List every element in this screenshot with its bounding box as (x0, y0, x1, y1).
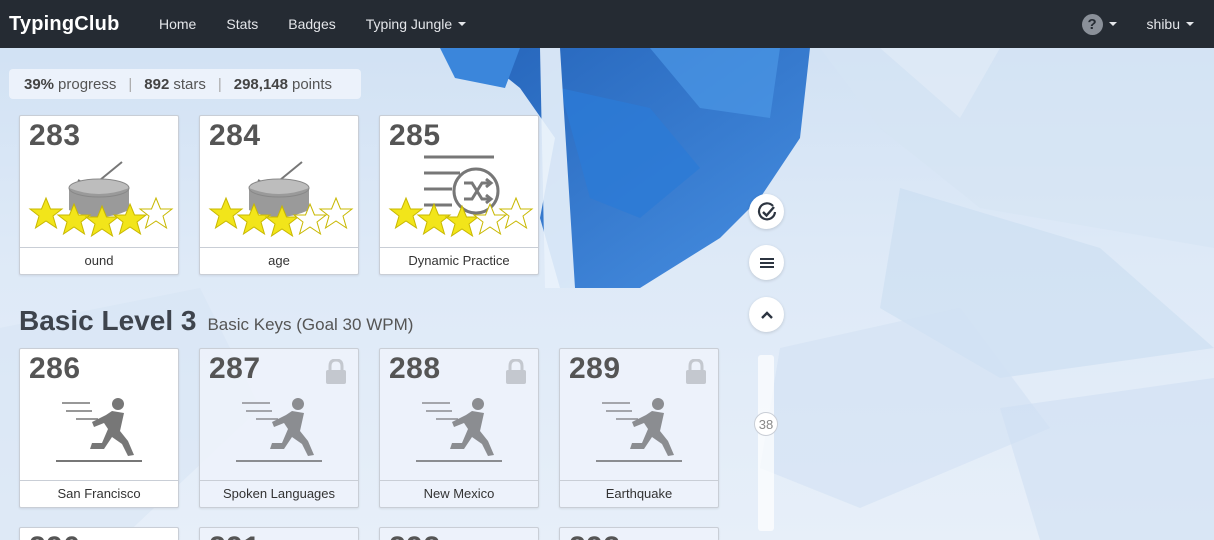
lesson-card-290[interactable]: 290 (19, 527, 179, 540)
lesson-title: ound (20, 247, 178, 274)
lesson-number: 293 (569, 531, 621, 540)
star-icon (84, 204, 120, 238)
star-icon (264, 204, 300, 238)
lesson-number: 286 (29, 352, 81, 385)
star-icon (444, 204, 480, 238)
lesson-number: 290 (29, 531, 81, 540)
chevron-down-icon (1186, 22, 1194, 26)
lesson-title: New Mexico (380, 480, 538, 507)
progress-percent: 39% (24, 75, 55, 93)
star-rating (388, 196, 534, 238)
lesson-card-291[interactable]: 291 (199, 527, 359, 540)
nav-home[interactable]: Home (159, 16, 196, 32)
help-menu[interactable]: ? (1081, 13, 1117, 35)
chevron-down-icon (1108, 22, 1117, 26)
nav-typing-jungle-label: Typing Jungle (365, 16, 453, 32)
star-icon (28, 196, 64, 230)
star-rating (208, 196, 354, 238)
chevron-down-icon (458, 22, 467, 26)
lesson-card-293[interactable]: 293 (559, 527, 719, 540)
lock-icon (326, 359, 346, 384)
lesson-title: age (200, 247, 358, 274)
stars-label: stars (173, 75, 206, 93)
star-icon (318, 196, 354, 230)
lock-icon (506, 359, 526, 384)
top-navbar: TypingClub Home Stats Badges Typing Jung… (0, 0, 1214, 48)
lesson-number: 288 (389, 352, 441, 385)
lesson-title: Earthquake (560, 480, 718, 507)
scrollbar-thumb[interactable]: 38 (754, 412, 778, 436)
nav-stats[interactable]: Stats (226, 16, 258, 32)
menu-icon (759, 257, 774, 268)
divider: | (217, 75, 222, 93)
star-icon (388, 196, 424, 230)
points-count: 298,148 (233, 75, 288, 93)
lesson-card-287[interactable]: 287 Spoken Languages (199, 348, 359, 508)
lesson-title: San Francisco (20, 480, 178, 507)
star-icon (208, 196, 244, 230)
lesson-number: 291 (209, 531, 261, 540)
lesson-number: 284 (209, 119, 261, 152)
nav-badges[interactable]: Badges (288, 16, 335, 32)
lesson-card-289[interactable]: 289 Earthquake (559, 348, 719, 508)
lesson-title: Spoken Languages (200, 480, 358, 507)
points-label: points (291, 75, 333, 93)
check-button[interactable] (749, 194, 784, 229)
lesson-title: Dynamic Practice (380, 247, 538, 274)
lesson-card-286[interactable]: 286 San Francisco (19, 348, 179, 508)
lesson-card-288[interactable]: 288 New Mexico (379, 348, 539, 508)
divider: | (128, 75, 133, 93)
help-icon: ? (1081, 13, 1103, 35)
section-subtitle: Basic Keys (Goal 30 WPM) (207, 315, 414, 334)
brand-logo[interactable]: TypingClub (9, 13, 159, 36)
section-title: Basic Level 3 (19, 305, 197, 336)
lesson-number: 283 (29, 119, 81, 152)
menu-button[interactable] (749, 245, 784, 280)
star-rating (28, 196, 174, 238)
check-circle-icon (757, 201, 776, 220)
lesson-number: 287 (209, 352, 261, 385)
user-name: shibu (1146, 16, 1180, 32)
star-icon (138, 196, 174, 230)
lesson-number: 289 (569, 352, 621, 385)
section-header: Basic Level 3 Basic Keys (Goal 30 WPM) (19, 305, 413, 337)
level-scrollbar[interactable] (758, 355, 774, 531)
progress-percent-label: progress (58, 75, 117, 93)
stars-count: 892 (144, 75, 170, 93)
user-menu[interactable]: shibu (1147, 16, 1194, 32)
star-icon (498, 196, 534, 230)
runner-icon (236, 398, 322, 462)
lesson-card-283[interactable]: 283 ound (19, 115, 179, 275)
lesson-card-285[interactable]: 285 Dynamic Practice (379, 115, 539, 275)
scroll-up-button[interactable] (749, 297, 784, 332)
progress-summary: 39% progress | 892 stars | 298,148 point… (9, 69, 361, 99)
runner-icon (416, 398, 502, 462)
lesson-card-284[interactable]: 284 age (199, 115, 359, 275)
chevron-up-icon (760, 310, 773, 319)
lesson-number: 292 (389, 531, 441, 540)
nav-typing-jungle[interactable]: Typing Jungle (365, 16, 467, 32)
lesson-number: 285 (389, 119, 441, 152)
runner-icon (596, 398, 682, 462)
lesson-card-292[interactable]: 292 (379, 527, 539, 540)
runner-icon (56, 398, 142, 462)
lock-icon (686, 359, 706, 384)
